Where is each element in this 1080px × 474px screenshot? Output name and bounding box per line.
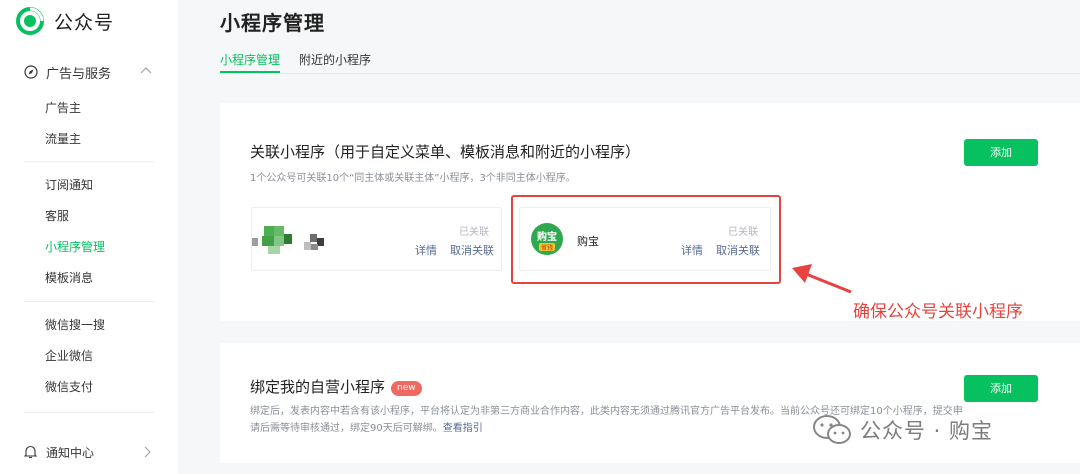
page-title: 小程序管理 <box>220 11 325 35</box>
tab-underline-divider <box>220 73 1080 74</box>
notification-center-label: 通知中心 <box>46 445 95 460</box>
sidebar-item-wechat-pay[interactable]: 微信支付 <box>45 378 93 396</box>
view-guide-link[interactable]: 查看指引 <box>443 423 483 434</box>
chevron-right-icon <box>144 446 151 458</box>
sidebar-item-mini-program-manage[interactable]: 小程序管理 <box>45 238 105 256</box>
tab-bar: 小程序管理 附近的小程序 <box>220 51 371 75</box>
own-card-title-text: 绑定我的自营小程序 <box>250 378 386 396</box>
linked-card-subtitle: 1个公众号可关联10个“同主体或关联主体”小程序，3个非同主体小程序。 <box>250 173 576 184</box>
new-badge: new <box>391 381 422 396</box>
sidebar-item-notification-center[interactable]: 通知中心 <box>24 442 154 462</box>
bell-icon <box>24 445 37 459</box>
sidebar-item-wechat-search[interactable]: 微信搜一搜 <box>45 316 105 334</box>
unlink-link[interactable]: 取消关联 <box>450 242 494 258</box>
annotation-text: 确保公众号关联小程序 <box>853 302 1023 322</box>
brand-logo[interactable]: 公众号 <box>16 6 114 36</box>
linked-card-title: 关联小程序（用于自定义菜单、模板消息和附近的小程序） <box>250 143 641 161</box>
obscured-avatar-icon <box>252 226 324 254</box>
sidebar-divider <box>24 301 154 302</box>
nav-group-label: 广告与服务 <box>46 66 112 82</box>
add-own-mini-program-button[interactable]: 添加 <box>964 375 1038 402</box>
sidebar-divider <box>24 412 154 413</box>
highlight-box <box>511 195 781 284</box>
wechat-watermark-icon <box>813 415 851 444</box>
sidebar-item-wecom[interactable]: 企业微信 <box>45 347 93 365</box>
sidebar: 公众号 广告与服务 广告主 流量主 订阅通知 客服 小程序管理 模板消息 微信搜… <box>0 0 178 474</box>
sidebar-divider <box>24 161 154 162</box>
tab-nearby-mini-programs[interactable]: 附近的小程序 <box>299 51 371 73</box>
wechat-official-logo-icon <box>16 7 44 35</box>
chevron-up-icon <box>140 67 152 74</box>
tab-mini-program-manage[interactable]: 小程序管理 <box>220 51 281 73</box>
watermark: 公众号 · 购宝 <box>812 410 993 450</box>
brand-name: 公众号 <box>54 11 115 34</box>
watermark-text: 公众号 · 购宝 <box>860 419 994 443</box>
sidebar-item-template-message[interactable]: 模板消息 <box>45 269 93 287</box>
linked-mini-program-item: 已关联 详情 取消关联 <box>251 207 502 271</box>
linked-status-label: 已关联 <box>459 227 489 238</box>
sidebar-item-subscription-notify[interactable]: 订阅通知 <box>45 176 93 194</box>
compass-icon <box>24 65 38 79</box>
add-linked-mini-program-button[interactable]: 添加 <box>964 139 1038 166</box>
sidebar-item-customer-service[interactable]: 客服 <box>45 207 69 225</box>
own-card-title: 绑定我的自营小程序 new <box>250 376 422 397</box>
sidebar-item-advertiser[interactable]: 广告主 <box>45 99 81 117</box>
nav-group-ads-services[interactable]: 广告与服务 <box>24 61 154 83</box>
detail-link[interactable]: 详情 <box>415 242 437 258</box>
sidebar-item-publisher[interactable]: 流量主 <box>45 130 81 148</box>
